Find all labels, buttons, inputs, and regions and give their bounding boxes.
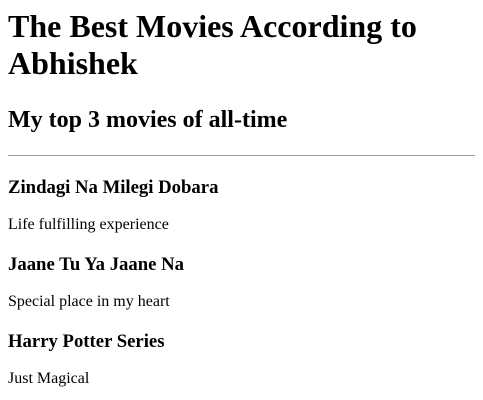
page-content: The Best Movies According to Abhishek My… [0, 8, 475, 388]
divider [8, 155, 475, 156]
movie-item: Zindagi Na Milegi Dobara Life fulfilling… [8, 177, 475, 234]
page-subtitle: My top 3 movies of all-time [8, 107, 288, 133]
movie-description: Life fulfilling experience [8, 216, 169, 233]
movie-item: Harry Potter Series Just Magical [8, 331, 475, 388]
movie-description: Special place in my heart [8, 293, 170, 310]
movie-title: Zindagi Na Milegi Dobara [8, 177, 219, 198]
movie-title: Harry Potter Series [8, 331, 165, 352]
movie-title: Jaane Tu Ya Jaane Na [8, 254, 184, 275]
page-title: The Best Movies According to Abhishek [8, 8, 417, 81]
movie-description: Just Magical [8, 370, 90, 387]
movie-list: Zindagi Na Milegi Dobara Life fulfilling… [8, 177, 475, 388]
movie-item: Jaane Tu Ya Jaane Na Special place in my… [8, 254, 475, 311]
